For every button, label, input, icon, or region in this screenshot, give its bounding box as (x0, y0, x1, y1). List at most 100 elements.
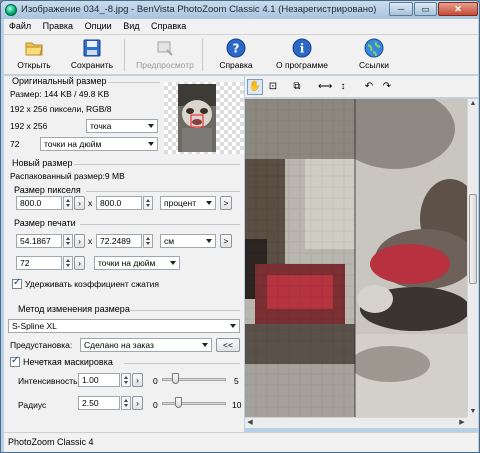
svg-text:?: ? (233, 42, 240, 56)
radius-stepper[interactable] (121, 396, 131, 410)
app-icon (5, 4, 17, 16)
print-unit-select[interactable]: см (160, 234, 216, 248)
status-text: PhotoZoom Classic 4 (8, 437, 94, 447)
zoom-tool-icon[interactable]: ⊡ (265, 79, 281, 95)
radius-max-label: 10 (232, 400, 242, 410)
preset-value: Сделано на заказ (84, 340, 154, 350)
scrollbar-corner (467, 417, 478, 428)
scroll-up-icon[interactable]: ▲ (469, 99, 477, 109)
vertical-scrollbar[interactable]: ▲ ▼ (467, 99, 478, 417)
preview-label: Предпросмотр (136, 60, 194, 70)
caret-right-icon: › (136, 375, 139, 385)
rotate-left-icon[interactable]: ↶ (361, 79, 377, 95)
radius-slider-thumb[interactable] (175, 397, 182, 408)
split-divider[interactable] (354, 99, 356, 417)
thumbnail-image (178, 84, 216, 152)
crop-tool-icon[interactable]: ⧉ (289, 79, 305, 95)
horizontal-scrollbar[interactable]: ◀ ▶ (245, 417, 467, 428)
thumbnail-preview[interactable] (164, 82, 244, 154)
caret-right-icon: › (136, 398, 139, 408)
intensity-label: Интенсивность (18, 376, 78, 386)
globe-icon (364, 38, 384, 58)
save-label: Сохранить (70, 60, 114, 70)
vertical-scroll-thumb[interactable] (469, 194, 477, 284)
image-viewport[interactable] (245, 99, 467, 417)
radius-min-label: 0 (153, 400, 158, 410)
links-button[interactable]: Ссылки (350, 38, 398, 72)
scroll-left-icon[interactable]: ◀ (245, 418, 255, 428)
intensity-stepper[interactable] (121, 373, 131, 387)
radius-input[interactable]: 2.50 (78, 396, 120, 410)
intensity-input[interactable]: 1.00 (78, 373, 120, 387)
save-button[interactable]: Сохранить (66, 38, 118, 72)
preview-button[interactable]: Предпросмотр (134, 38, 196, 72)
window-title: Изображение 034_-8.jpg - BenVista PhotoZ… (21, 4, 377, 15)
hand-tool-icon[interactable]: ✋ (247, 79, 263, 95)
method-select[interactable]: S-Spline XL (8, 319, 240, 333)
preset-expand-button[interactable]: << (216, 338, 240, 352)
pixel-height-stepper[interactable] (143, 196, 153, 210)
menu-view[interactable]: Вид (118, 19, 143, 31)
pixel-width-stepper[interactable] (63, 196, 73, 210)
fit-width-icon[interactable]: ⟷ (317, 79, 333, 95)
dimension-separator: x (88, 236, 93, 246)
original-dpi-unit-select[interactable]: точки на дюйм (40, 137, 158, 151)
unpacked-size: Распакованный размер:9 MB (10, 171, 125, 181)
menu-edit[interactable]: Правка (38, 19, 77, 31)
pixel-unit-select[interactable]: процент (160, 196, 216, 210)
resolution-input[interactable]: 72 (16, 256, 62, 270)
close-button[interactable]: ✕ (438, 2, 478, 16)
method-value: S-Spline XL (12, 321, 57, 331)
help-button[interactable]: ? Справка (212, 38, 260, 72)
print-height-stepper[interactable] (143, 234, 153, 248)
open-button[interactable]: Открыть (10, 38, 58, 72)
section-divider (124, 363, 240, 364)
new-size-title: Новый размер (12, 158, 73, 168)
print-width-input[interactable]: 54.1867 (16, 234, 62, 248)
print-width-menu-button[interactable]: › (74, 234, 85, 248)
scroll-right-icon[interactable]: ▶ (457, 418, 467, 428)
zoomed-result-image (355, 99, 467, 417)
scroll-down-icon[interactable]: ▼ (469, 407, 477, 417)
print-width-stepper[interactable] (63, 234, 73, 248)
unsharp-mask-title: Нечеткая маскировка (23, 357, 113, 367)
section-divider (80, 224, 240, 225)
rotate-right-icon[interactable]: ↷ (379, 79, 395, 95)
resolution-stepper[interactable] (63, 256, 73, 270)
radius-slider[interactable] (162, 402, 226, 405)
keep-ratio-label: Удерживать коэффициент сжатия (25, 279, 159, 289)
pixel-height-input[interactable]: 800.0 (96, 196, 142, 210)
print-size-more-button[interactable]: > (220, 234, 232, 248)
chevron-down-icon (148, 142, 154, 146)
about-button[interactable]: i О программе (270, 38, 334, 72)
pixel-size-more-button[interactable]: > (220, 196, 232, 210)
maximize-button[interactable]: ▭ (414, 2, 437, 16)
print-height-input[interactable]: 72.2489 (96, 234, 142, 248)
method-title: Метод изменения размера (18, 304, 130, 314)
main-toolbar: Открыть Сохранить Предпросмотр ? Справка… (4, 35, 478, 75)
preset-select[interactable]: Сделано на заказ (80, 338, 212, 352)
resolution-unit-value: точки на дюйм (98, 258, 156, 268)
menu-file[interactable]: Файл (4, 19, 35, 31)
fit-height-icon[interactable]: ↕ (335, 79, 351, 95)
pixel-width-menu-button[interactable]: › (74, 196, 85, 210)
radius-menu-button[interactable]: › (132, 396, 143, 410)
section-divider (130, 310, 240, 311)
intensity-slider-thumb[interactable] (171, 373, 179, 384)
intensity-menu-button[interactable]: › (132, 373, 143, 387)
question-mark-icon: ? (226, 38, 246, 58)
keep-ratio-checkbox[interactable] (12, 277, 22, 289)
pixel-width-input[interactable]: 800.0 (16, 196, 62, 210)
minimize-button[interactable]: ─ (389, 2, 413, 16)
resolution-menu-button[interactable]: › (74, 256, 85, 270)
chevron-down-icon (230, 324, 236, 328)
open-label: Открыть (17, 60, 51, 70)
unsharp-mask-checkbox[interactable] (10, 355, 20, 367)
original-unit-select[interactable]: точка (86, 119, 158, 133)
resolution-unit-select[interactable]: точки на дюйм (94, 256, 180, 270)
pixel-unit-value: процент (164, 198, 197, 208)
print-unit-value: см (164, 236, 175, 246)
info-icon: i (292, 38, 312, 58)
menu-options[interactable]: Опции (80, 19, 116, 31)
menu-help[interactable]: Справка (146, 19, 190, 31)
